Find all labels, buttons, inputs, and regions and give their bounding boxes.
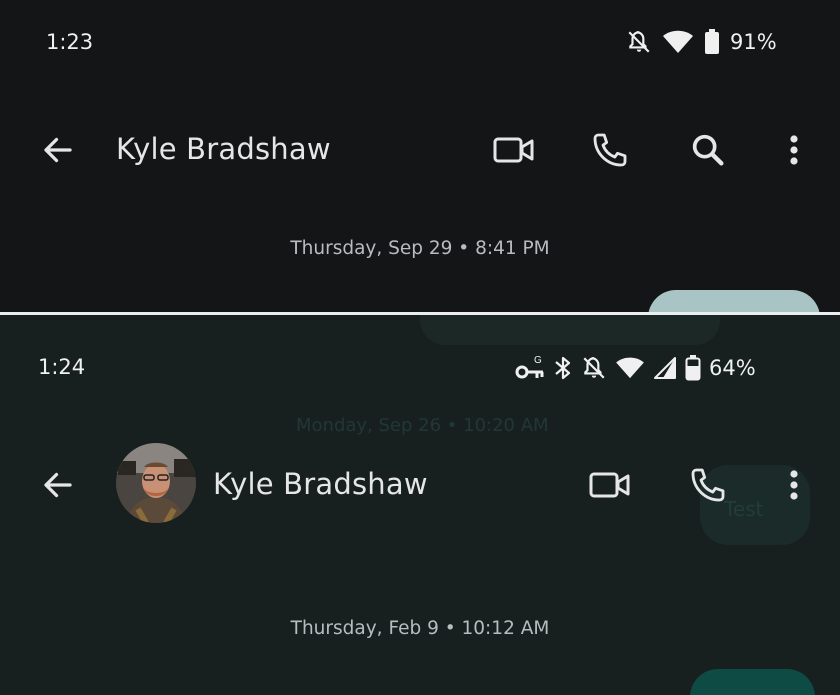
date-stamp: Thursday, Sep 29 • 8:41 PM bbox=[290, 238, 550, 259]
top-screenshot-panel: 1:23 91% Kyle Bradshaw Thursday, Sep 29 … bbox=[0, 0, 840, 312]
battery-icon bbox=[685, 355, 701, 381]
back-arrow-icon[interactable] bbox=[38, 465, 78, 505]
message-bubble[interactable] bbox=[648, 290, 820, 312]
wifi-icon bbox=[615, 356, 645, 380]
search-icon[interactable] bbox=[686, 128, 730, 172]
more-vert-icon[interactable] bbox=[780, 130, 808, 170]
status-time: 1:24 bbox=[38, 355, 86, 379]
contact-name[interactable]: Kyle Bradshaw bbox=[116, 132, 331, 166]
bluetooth-icon bbox=[553, 355, 573, 381]
faded-date-stamp: Monday, Sep 26 • 10:20 AM bbox=[296, 415, 549, 436]
battery-percent: 64% bbox=[709, 356, 756, 380]
battery-percent: 91% bbox=[730, 30, 777, 54]
do-not-disturb-bell-icon bbox=[581, 355, 607, 381]
cell-signal-icon bbox=[653, 356, 677, 380]
battery-icon bbox=[704, 29, 720, 55]
video-call-icon[interactable] bbox=[586, 465, 634, 505]
do-not-disturb-bell-icon bbox=[626, 29, 652, 55]
phone-icon[interactable] bbox=[686, 463, 730, 507]
back-arrow-icon[interactable] bbox=[38, 130, 78, 170]
bottom-screenshot-panel: Monday, Sep 26 • 10:20 AM Test 1:24 G 64… bbox=[0, 315, 840, 695]
message-bubble[interactable] bbox=[690, 669, 815, 695]
contact-name[interactable]: Kyle Bradshaw bbox=[213, 467, 428, 501]
status-bar-icons: G 64% bbox=[515, 354, 756, 382]
status-bar-icons: 91% bbox=[626, 29, 777, 55]
vpn-key-icon: G bbox=[515, 354, 545, 382]
more-vert-icon[interactable] bbox=[780, 465, 808, 505]
date-stamp: Thursday, Feb 9 • 10:12 AM bbox=[290, 618, 550, 639]
svg-text:G: G bbox=[534, 355, 542, 366]
wifi-icon bbox=[662, 29, 694, 55]
faded-message-bubble bbox=[420, 315, 720, 345]
phone-icon[interactable] bbox=[588, 128, 632, 172]
status-time: 1:23 bbox=[46, 30, 94, 54]
video-call-icon[interactable] bbox=[490, 130, 538, 170]
contact-avatar[interactable] bbox=[116, 443, 196, 523]
